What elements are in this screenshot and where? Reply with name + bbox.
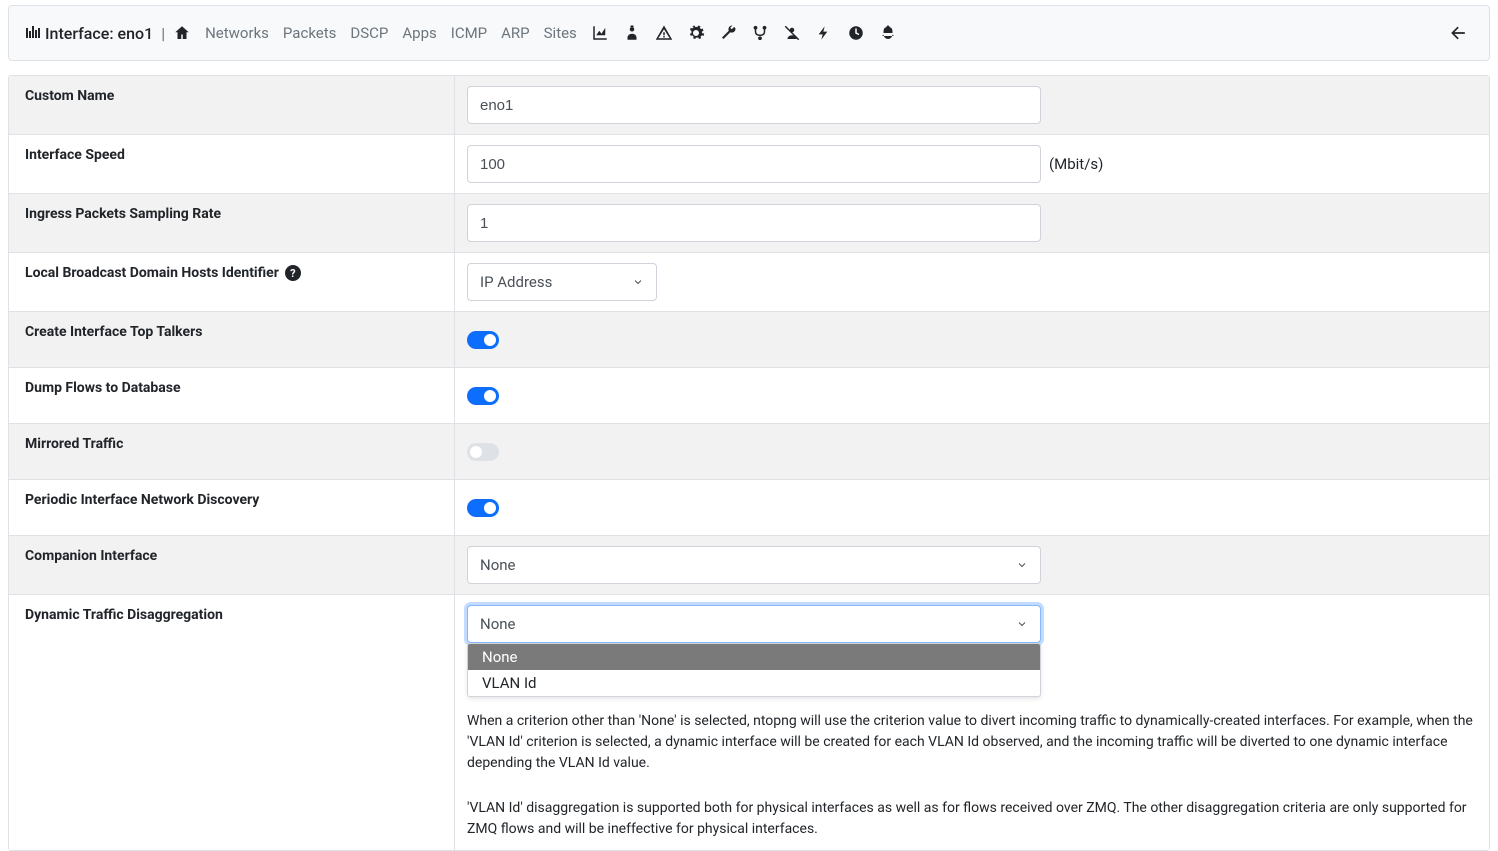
nav-arp[interactable]: ARP	[501, 24, 530, 42]
breadcrumb-name: eno1	[118, 24, 154, 43]
gear-icon[interactable]	[687, 24, 705, 42]
row-dynamic-disaggregation: Dynamic Traffic Disaggregation None None…	[9, 595, 1489, 850]
help-icon[interactable]: ?	[285, 265, 301, 281]
clock-icon[interactable]	[847, 24, 865, 42]
label-dynamic-disaggregation: Dynamic Traffic Disaggregation	[9, 595, 455, 850]
dynamic-select-dropdown: None VLAN Id	[467, 643, 1041, 697]
chevron-down-icon	[632, 276, 644, 288]
lbdh-select[interactable]: IP Address	[467, 263, 657, 301]
label-interface-speed: Interface Speed	[9, 135, 455, 193]
custom-name-input[interactable]	[467, 86, 1041, 124]
dynamic-desc-1: When a criterion other than 'None' is se…	[467, 711, 1477, 774]
divider: |	[161, 24, 165, 43]
bolt-icon[interactable]	[815, 24, 833, 42]
dump-flows-toggle[interactable]	[467, 387, 499, 405]
label-top-talkers: Create Interface Top Talkers	[9, 312, 455, 367]
nav-networks[interactable]: Networks	[205, 24, 269, 42]
label-lbdh: Local Broadcast Domain Hosts Identifier …	[9, 253, 455, 311]
nav-packets[interactable]: Packets	[283, 24, 336, 42]
nav-links: Networks Packets DSCP Apps ICMP ARP Site…	[173, 24, 897, 42]
nav-apps[interactable]: Apps	[402, 24, 436, 42]
label-custom-name: Custom Name	[9, 76, 455, 134]
mirrored-toggle[interactable]	[467, 443, 499, 461]
settings-table: Custom Name Interface Speed (Mbit/s) Ing…	[8, 75, 1490, 851]
bell-icon[interactable]	[879, 24, 897, 42]
dynamic-option-none[interactable]: None	[468, 644, 1040, 670]
label-companion: Companion Interface	[9, 536, 455, 594]
row-mirrored: Mirrored Traffic	[9, 424, 1489, 480]
user-doctor-icon[interactable]	[623, 24, 641, 42]
interface-speed-input[interactable]	[467, 145, 1041, 183]
row-interface-speed: Interface Speed (Mbit/s)	[9, 135, 1489, 194]
top-talkers-toggle[interactable]	[467, 331, 499, 349]
user-slash-icon[interactable]	[783, 24, 801, 42]
companion-select[interactable]: None	[467, 546, 1041, 584]
wrench-icon[interactable]	[719, 24, 737, 42]
nav-sites[interactable]: Sites	[544, 24, 577, 42]
home-icon[interactable]	[173, 24, 191, 42]
label-ingress-rate: Ingress Packets Sampling Rate	[9, 194, 455, 252]
warning-icon[interactable]	[655, 24, 673, 42]
label-dump-flows: Dump Flows to Database	[9, 368, 455, 423]
breadcrumb: Interface: eno1	[25, 24, 153, 43]
label-mirrored: Mirrored Traffic	[9, 424, 455, 479]
chart-icon[interactable]	[591, 24, 609, 42]
breadcrumb-prefix: Interface:	[45, 24, 114, 43]
row-periodic: Periodic Interface Network Discovery	[9, 480, 1489, 536]
nav-dscp[interactable]: DSCP	[350, 24, 388, 42]
row-companion: Companion Interface None	[9, 536, 1489, 595]
ingress-rate-input[interactable]	[467, 204, 1041, 242]
label-periodic: Periodic Interface Network Discovery	[9, 480, 455, 535]
back-arrow-icon[interactable]	[1445, 19, 1473, 47]
nav-icmp[interactable]: ICMP	[451, 24, 487, 42]
dynamic-desc-2: 'VLAN Id' disaggregation is supported bo…	[467, 798, 1477, 840]
interface-speed-unit: (Mbit/s)	[1049, 155, 1103, 173]
periodic-toggle[interactable]	[467, 499, 499, 517]
chevron-down-icon	[1016, 618, 1028, 630]
row-custom-name: Custom Name	[9, 76, 1489, 135]
top-toolbar: Interface: eno1 | Networks Packets DSCP …	[8, 5, 1490, 61]
dynamic-option-vlanid[interactable]: VLAN Id	[468, 670, 1040, 696]
row-ingress-rate: Ingress Packets Sampling Rate	[9, 194, 1489, 253]
dynamic-select[interactable]: None	[467, 605, 1041, 643]
row-lbdh: Local Broadcast Domain Hosts Identifier …	[9, 253, 1489, 312]
chevron-down-icon	[1016, 559, 1028, 571]
branch-icon[interactable]	[751, 24, 769, 42]
interface-icon	[25, 25, 43, 41]
row-top-talkers: Create Interface Top Talkers	[9, 312, 1489, 368]
row-dump-flows: Dump Flows to Database	[9, 368, 1489, 424]
